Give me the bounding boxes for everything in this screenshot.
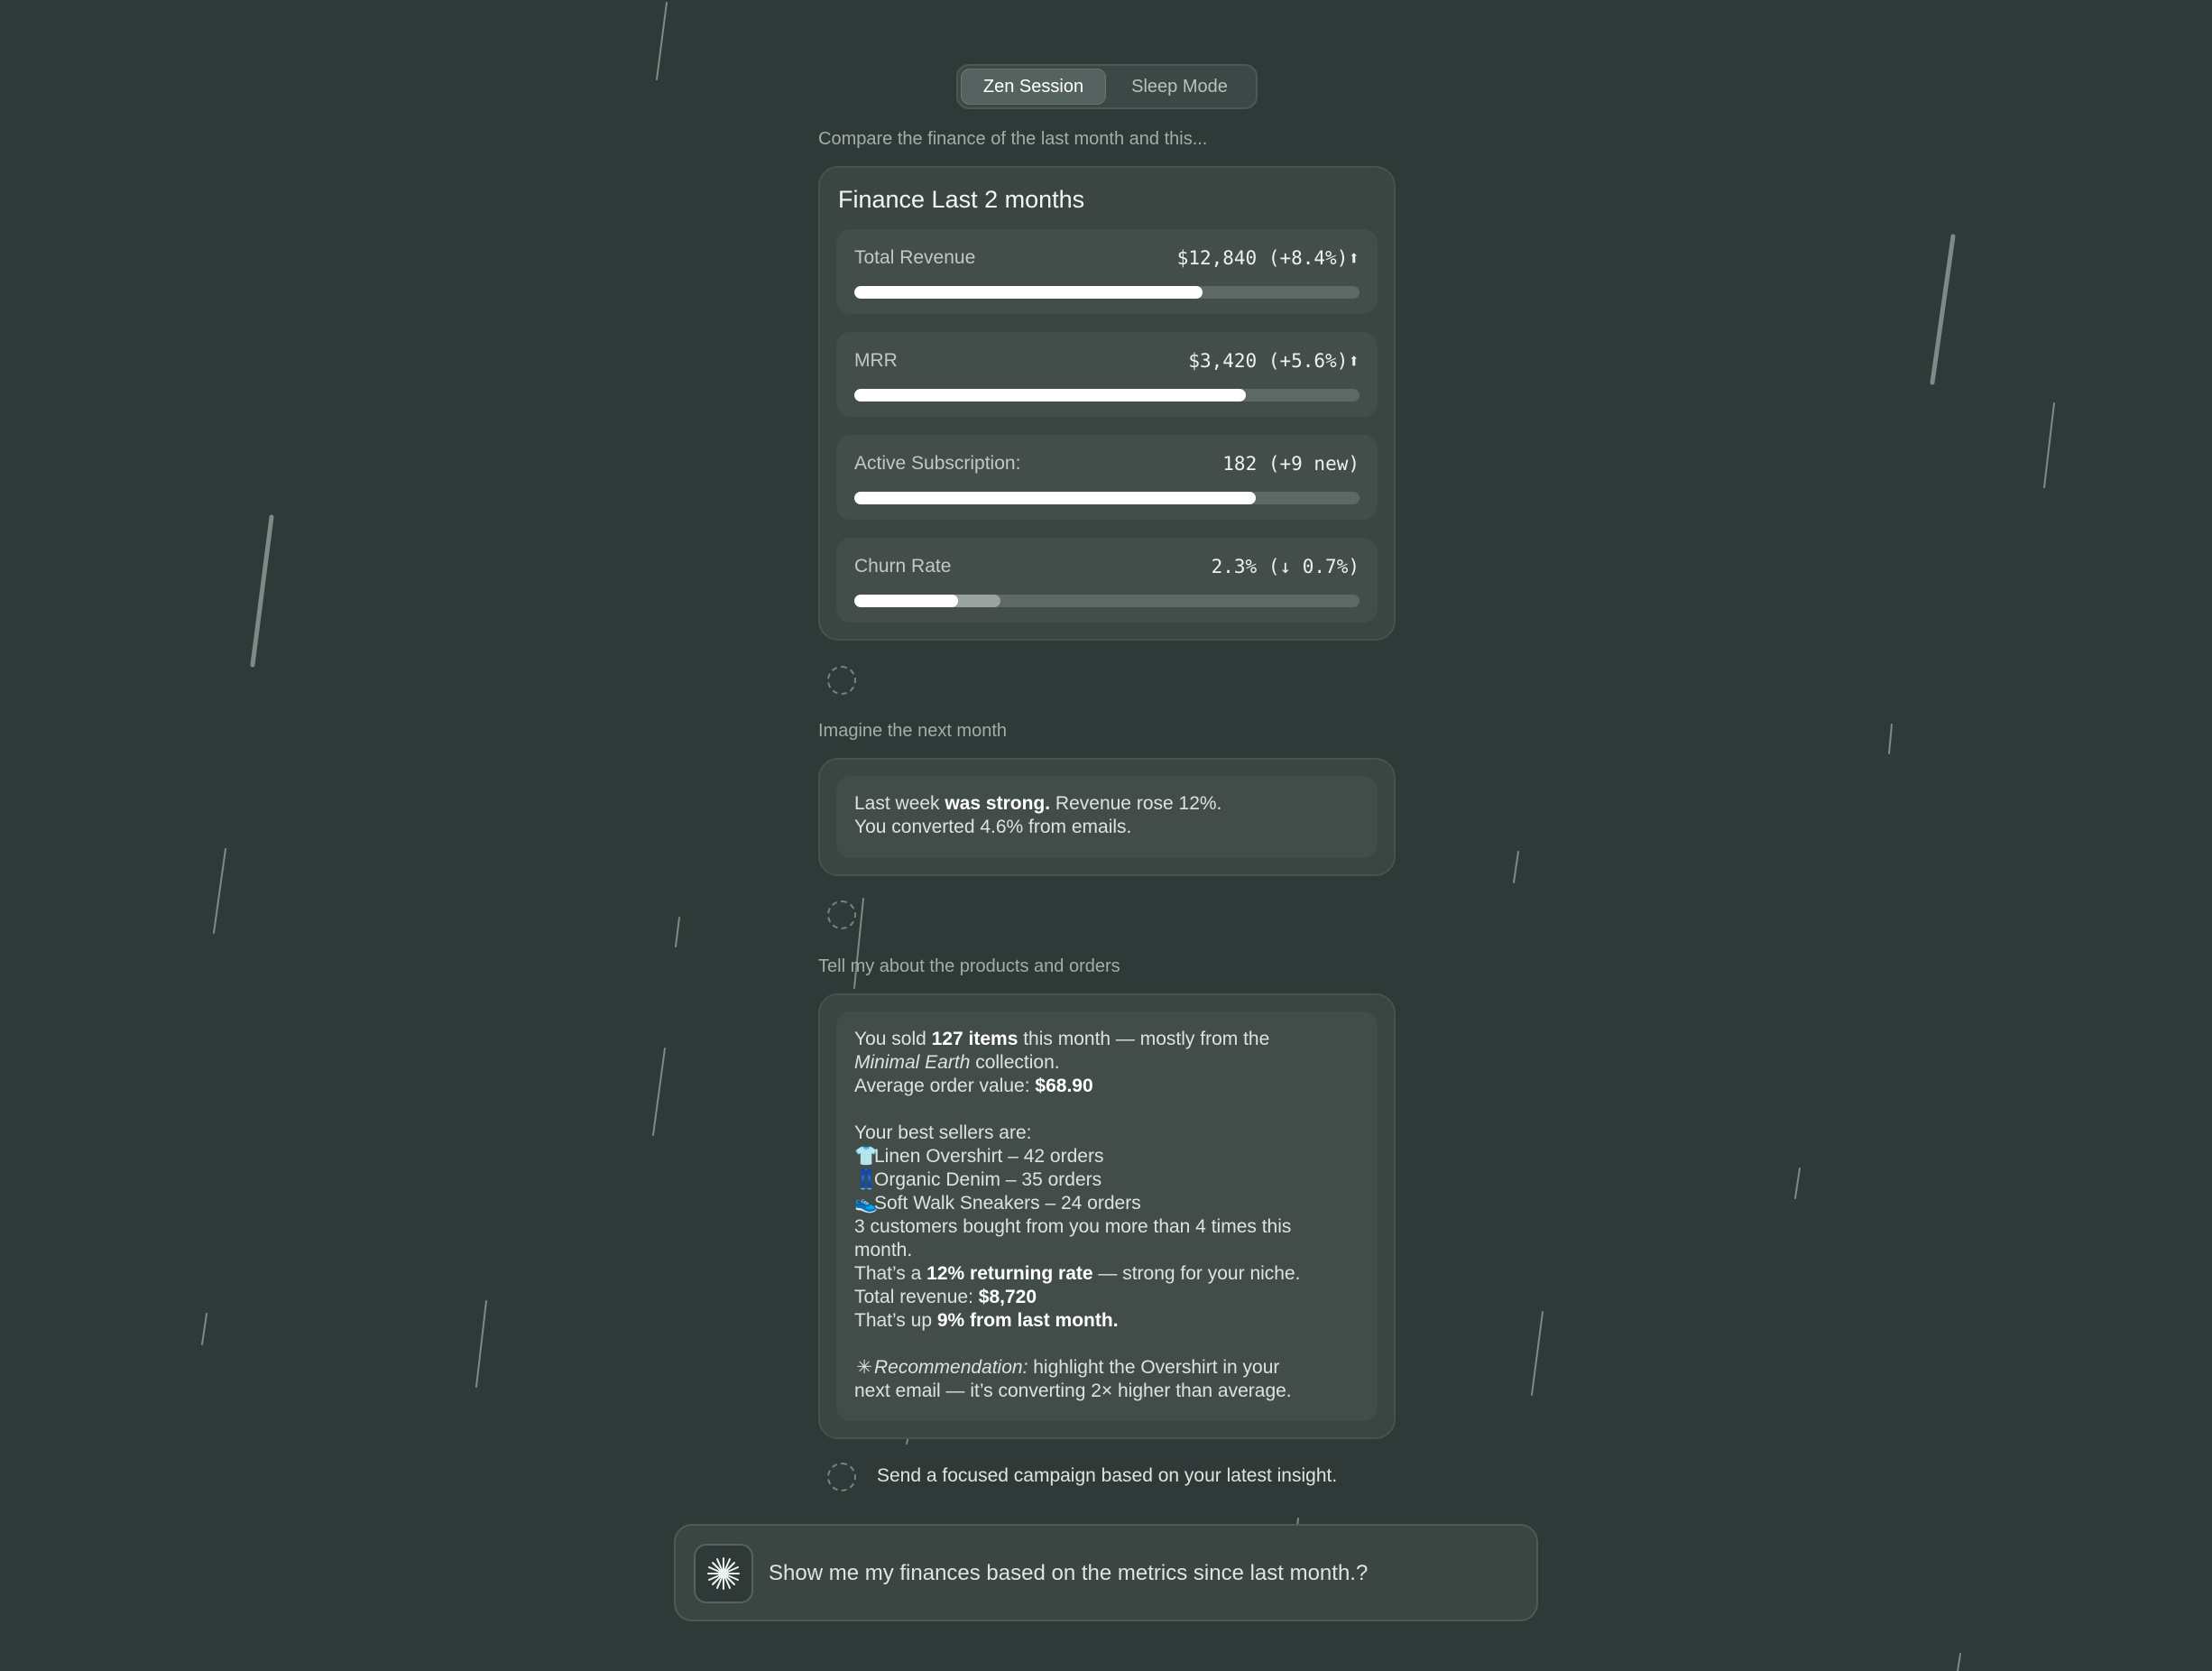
metric-label: Active Subscription: xyxy=(854,453,1021,474)
chat-input[interactable]: Show me my finances based on the metrics… xyxy=(769,1561,1368,1586)
metric-value: $12,840 (+8.4%) xyxy=(1176,247,1349,269)
metric-mrr: MRR $3,420 (+5.6%)⬆ xyxy=(836,332,1378,417)
up-arrow-icon: ⬆ xyxy=(1348,350,1359,372)
products-card: You sold 127 items this month — mostly f… xyxy=(818,993,1396,1439)
metric-value: $3,420 (+5.6%) xyxy=(1188,350,1349,372)
metric-label: Total Revenue xyxy=(854,247,976,268)
metric-value: 182 (+9 new) xyxy=(1222,453,1359,475)
mode-toggle: Zen Session Sleep Mode xyxy=(956,64,1258,109)
up-arrow-icon: ⬆ xyxy=(1348,247,1359,269)
sparkle-burst-icon xyxy=(707,1557,740,1590)
chat-input-bar[interactable]: Show me my finances based on the metrics… xyxy=(674,1524,1538,1621)
pending-action-text: Send a focused campaign based on your la… xyxy=(877,1465,1338,1486)
current-bar xyxy=(854,595,958,607)
summary-text: Last week was strong. Revenue rose 12%. … xyxy=(836,776,1378,858)
metric-label: MRR xyxy=(854,350,898,371)
sneaker-icon: 👟 xyxy=(854,1193,879,1214)
metric-label: Churn Rate xyxy=(854,556,952,577)
sleep-mode-tab[interactable]: Sleep Mode xyxy=(1106,69,1253,105)
card-title: Finance Last 2 months xyxy=(838,186,1085,213)
progress-track xyxy=(854,389,1359,402)
metric-churn-rate: Churn Rate 2.3% (↓ 0.7%) xyxy=(836,538,1378,623)
best-seller-item: 👕Linen Overshirt – 42 orders xyxy=(854,1146,1104,1167)
current-bar xyxy=(854,389,1246,402)
current-bar xyxy=(854,492,1257,504)
summary-card: Last week was strong. Revenue rose 12%. … xyxy=(818,758,1396,876)
progress-track xyxy=(854,492,1359,504)
loading-spinner-icon xyxy=(827,666,856,695)
finance-card: Finance Last 2 months Total Revenue $12,… xyxy=(818,166,1396,641)
jeans-icon: 👖 xyxy=(854,1169,879,1190)
best-seller-item: 👖Organic Denim – 35 orders xyxy=(854,1169,1102,1190)
shirt-icon: 👕 xyxy=(854,1146,879,1167)
metric-active-subscription: Active Subscription: 182 (+9 new) xyxy=(836,435,1378,520)
zen-session-tab[interactable]: Zen Session xyxy=(961,69,1106,105)
user-prompt: Imagine the next month xyxy=(818,721,1008,741)
progress-track xyxy=(854,595,1359,607)
user-prompt: Compare the finance of the last month an… xyxy=(818,129,1208,149)
products-text: You sold 127 items this month — mostly f… xyxy=(836,1011,1378,1421)
metric-total-revenue: Total Revenue $12,840 (+8.4%)⬆ xyxy=(836,229,1378,314)
current-bar xyxy=(854,286,1203,299)
ai-assist-button[interactable] xyxy=(694,1544,753,1603)
best-seller-item: 👟Soft Walk Sneakers – 24 orders xyxy=(854,1193,1141,1214)
metric-value: 2.3% (↓ 0.7%) xyxy=(1211,556,1359,577)
sparkle-icon: ✳ xyxy=(856,1357,872,1378)
loading-spinner-icon xyxy=(827,900,856,929)
user-prompt: Tell my about the products and orders xyxy=(818,956,1120,976)
loading-spinner-icon xyxy=(827,1463,856,1491)
progress-track xyxy=(854,286,1359,299)
